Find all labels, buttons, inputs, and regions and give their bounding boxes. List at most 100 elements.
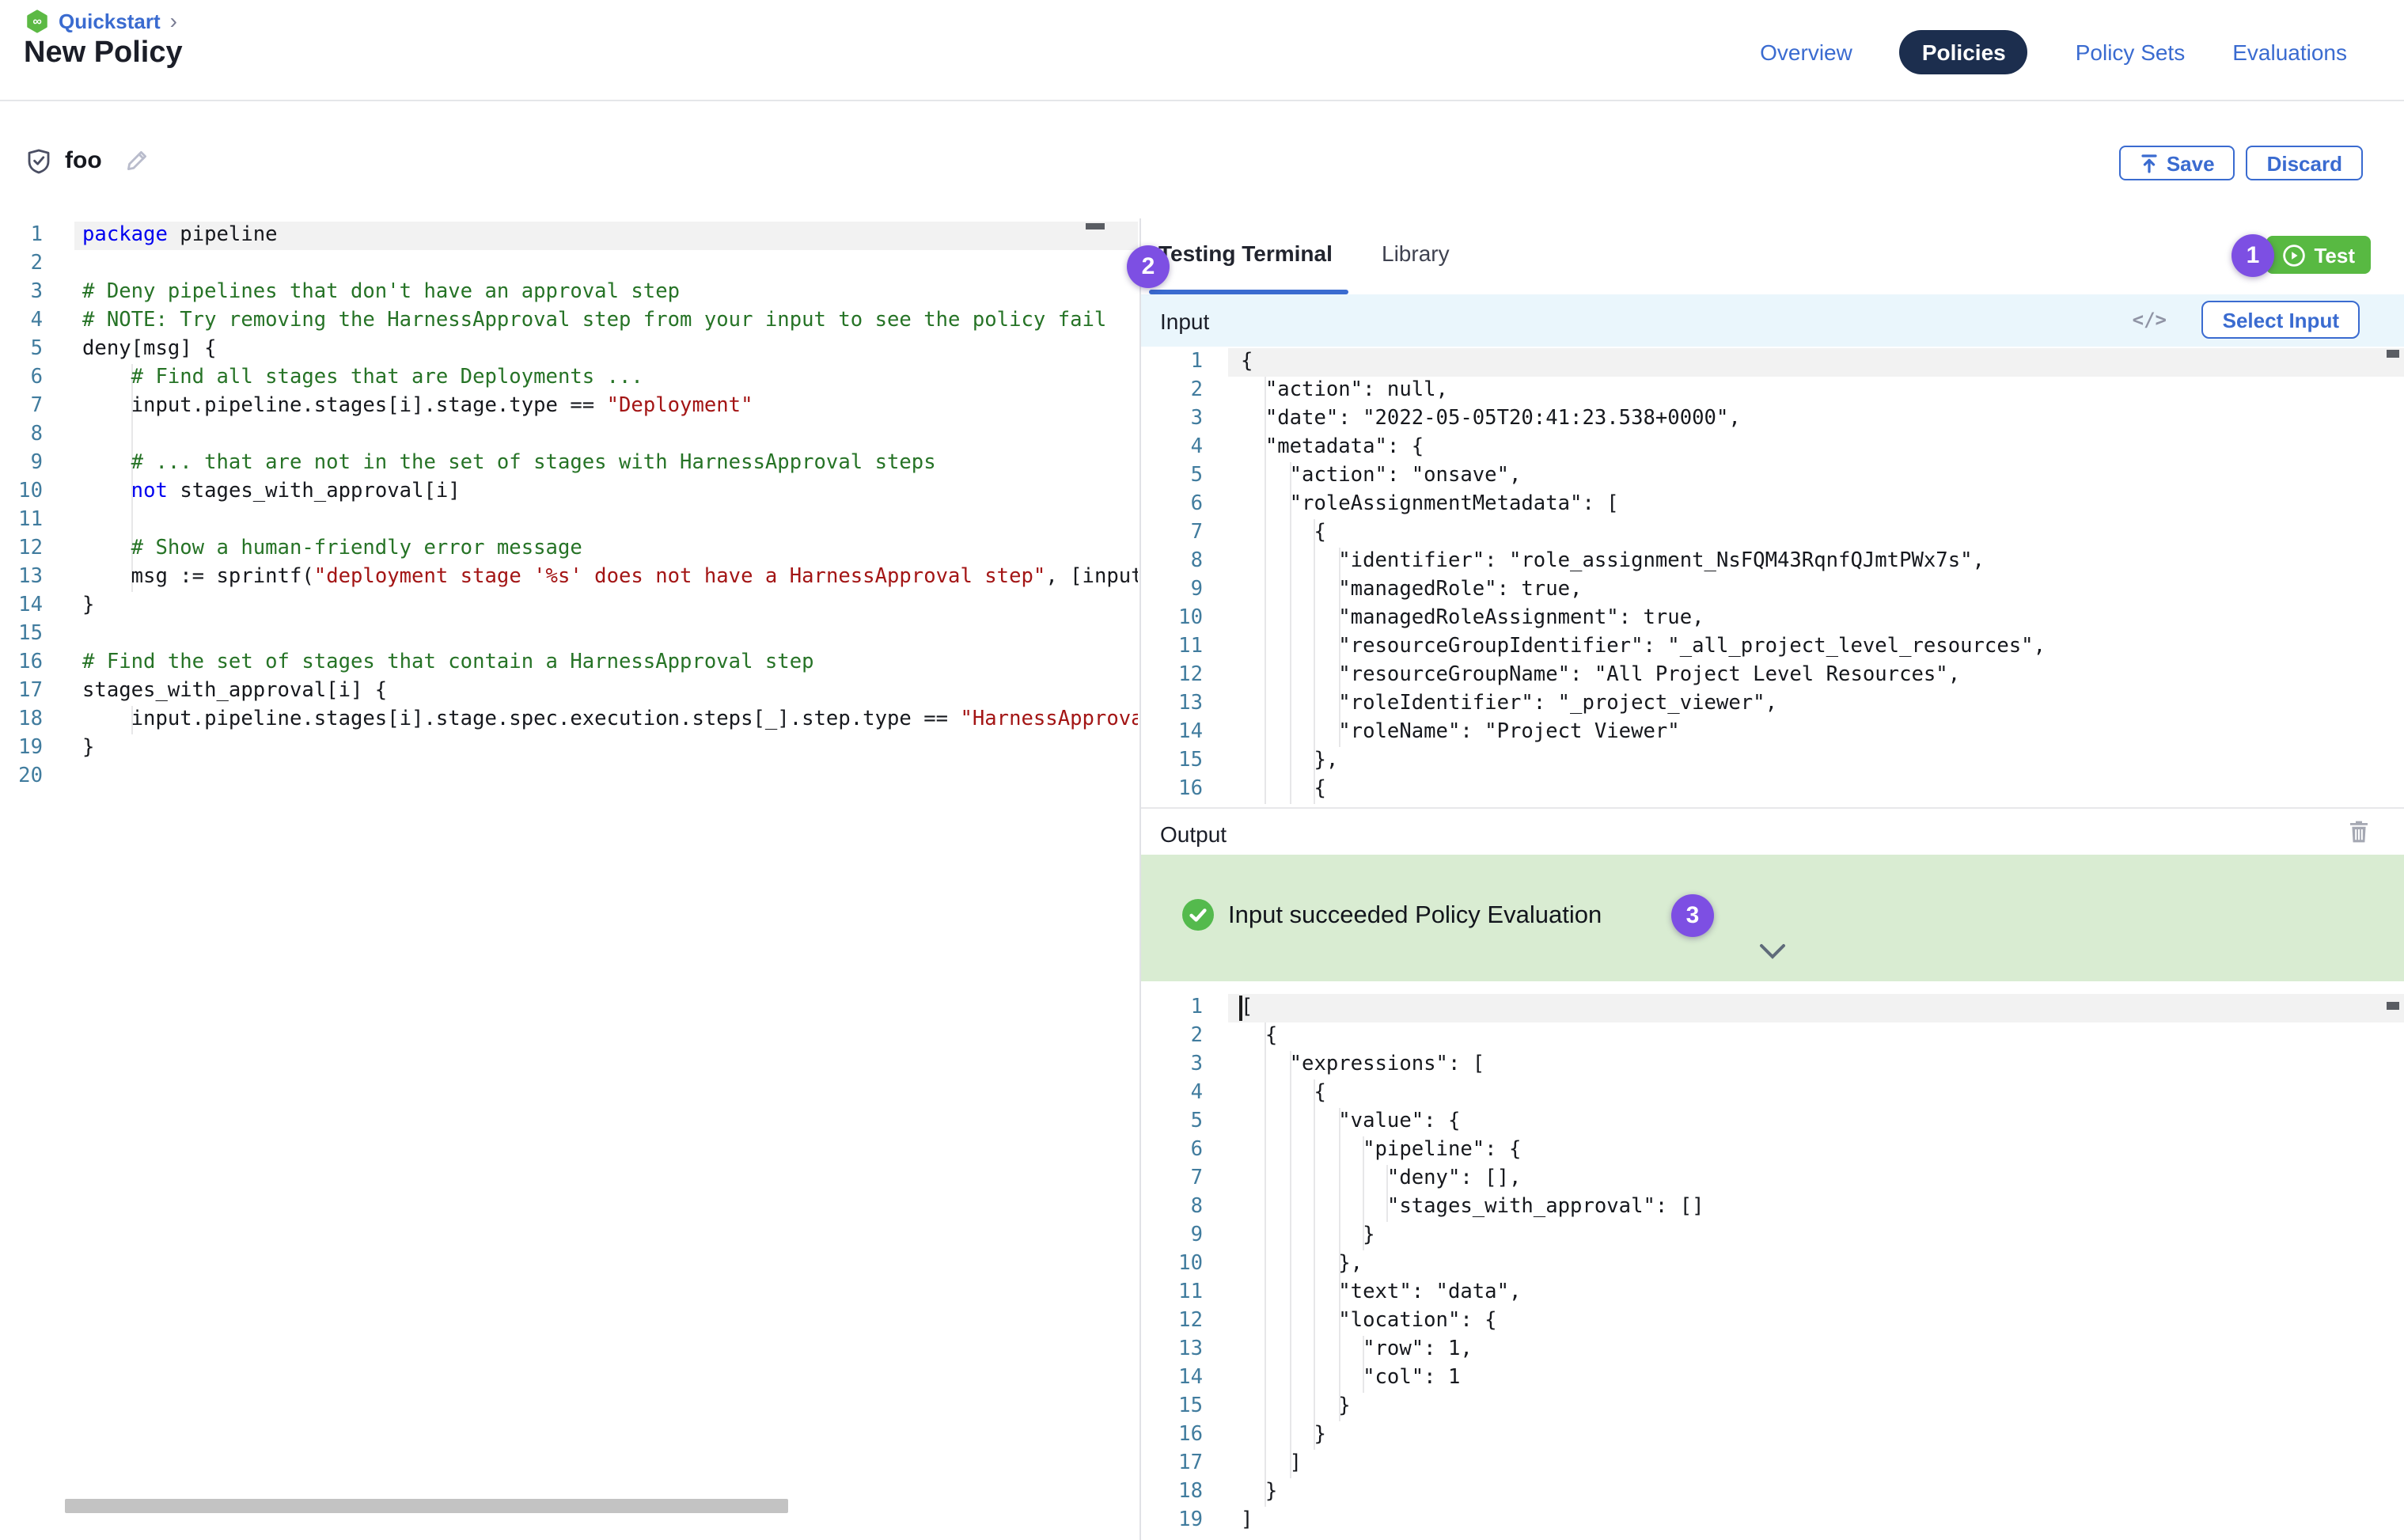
code-line: 1{	[1141, 348, 2404, 377]
chevron-down-icon[interactable]	[1759, 940, 1786, 969]
code-line: 13 msg := sprintf("deployment stage '%s'…	[0, 563, 1138, 592]
edit-pencil-icon[interactable]	[126, 149, 150, 173]
line-number: 14	[1141, 1364, 1228, 1393]
code-line-content: }	[1228, 1421, 2404, 1450]
select-input-button[interactable]: Select Input	[2202, 301, 2360, 339]
code-text: ]	[1241, 1450, 1302, 1478]
save-button-label: Save	[2167, 151, 2215, 175]
breadcrumb: ∞ Quickstart ›	[25, 9, 177, 33]
save-button[interactable]: Save	[2119, 146, 2235, 180]
code-line-content: not stages_with_approval[i]	[74, 478, 1138, 506]
output-scrollbar-thumb[interactable]	[2387, 1002, 2399, 1010]
content-area: 1package pipeline23# Deny pipelines that…	[0, 218, 2404, 1540]
code-text: {	[1241, 519, 1326, 548]
code-text: "managedRole": true,	[1241, 576, 1582, 605]
code-line-content: {	[1228, 776, 2404, 804]
code-line-content: "metadata": {	[1228, 434, 2404, 462]
line-number: 6	[1141, 491, 1228, 519]
trash-icon[interactable]	[2349, 820, 2369, 852]
nav-item-evaluations[interactable]: Evaluations	[2232, 40, 2347, 65]
code-line: 17stages_with_approval[i] {	[0, 677, 1138, 706]
line-number: 12	[1141, 1307, 1228, 1336]
code-text: "expressions": [	[1241, 1051, 1484, 1079]
code-line-content: "expressions": [	[1228, 1051, 2404, 1079]
code-line: 3# Deny pipelines that don't have an app…	[0, 279, 1138, 307]
annotation-badge-1: 1	[2231, 234, 2274, 277]
code-text: # ... that are not in the set of stages …	[82, 449, 936, 478]
code-line-content: "pipeline": {	[1228, 1136, 2404, 1165]
discard-button-label: Discard	[2267, 151, 2342, 175]
code-line-content: {	[1228, 519, 2404, 548]
success-check-icon	[1182, 899, 1214, 939]
line-number: 7	[0, 393, 74, 421]
code-line: 7 input.pipeline.stages[i].stage.type ==…	[0, 393, 1138, 421]
code-line-content: deny[msg] {	[74, 336, 1138, 364]
code-line: 2 "action": null,	[1141, 377, 2404, 405]
code-text: }	[82, 592, 94, 620]
code-line: 1package pipeline	[0, 222, 1138, 250]
line-number: 18	[1141, 1478, 1228, 1507]
code-line: 11	[0, 506, 1138, 535]
code-text: "managedRoleAssignment": true,	[1241, 605, 1704, 633]
code-line-content: # Find the set of stages that contain a …	[74, 649, 1138, 677]
policy-toolbar: foo Save Discard	[0, 101, 2404, 220]
test-button-label: Test	[2314, 243, 2355, 267]
code-line: 8	[0, 421, 1138, 449]
code-line-content: "identifier": "role_assignment_NsFQM43Rq…	[1228, 548, 2404, 576]
shield-check-icon	[27, 148, 51, 173]
code-line: 15 },	[1141, 747, 2404, 776]
code-line-content: },	[1228, 1250, 2404, 1279]
page-title: New Policy	[24, 36, 183, 71]
nav-item-overview[interactable]: Overview	[1760, 40, 1852, 65]
code-line: 4# NOTE: Try removing the HarnessApprova…	[0, 307, 1138, 336]
line-number: 7	[1141, 519, 1228, 548]
code-line: 14}	[0, 592, 1138, 620]
code-line: 7 "deny": [],	[1141, 1165, 2404, 1193]
code-text: [	[1241, 994, 1253, 1022]
line-number: 6	[1141, 1136, 1228, 1165]
tab-testing-terminal[interactable]: Testing Terminal	[1158, 241, 1333, 266]
code-line-content: "managedRoleAssignment": true,	[1228, 605, 2404, 633]
nav-item-policy-sets[interactable]: Policy Sets	[2076, 40, 2186, 65]
input-json-editor[interactable]: 1{2 "action": null,3 "date": "2022-05-05…	[1141, 347, 2404, 807]
code-text: "action": "onsave",	[1241, 462, 1521, 491]
line-number: 20	[0, 763, 74, 791]
discard-button[interactable]: Discard	[2247, 146, 2363, 180]
indent-guide	[131, 421, 133, 449]
line-number: 4	[0, 307, 74, 336]
code-line-content: [	[1228, 994, 2404, 1022]
test-button[interactable]: Test	[2266, 236, 2371, 274]
line-number: 6	[0, 364, 74, 393]
nav-item-policies[interactable]: Policies	[1900, 30, 2028, 74]
code-text: msg := sprintf("deployment stage '%s' do…	[82, 563, 1138, 592]
code-line-content: "action": null,	[1228, 377, 2404, 405]
code-text: {	[1241, 776, 1326, 804]
code-brackets-icon[interactable]: </>	[2133, 309, 2167, 331]
breadcrumb-link-quickstart[interactable]: Quickstart	[59, 9, 161, 33]
code-line: 16 }	[1141, 1421, 2404, 1450]
tab-library[interactable]: Library	[1382, 241, 1450, 266]
play-circle-icon	[2282, 243, 2306, 267]
code-line-content: {	[1228, 1079, 2404, 1108]
code-line-content: "resourceGroupName": "All Project Level …	[1228, 662, 2404, 690]
code-line-content: "roleIdentifier": "_project_viewer",	[1228, 690, 2404, 719]
code-line: 10 },	[1141, 1250, 2404, 1279]
rego-code-editor[interactable]: 1package pipeline23# Deny pipelines that…	[0, 218, 1138, 1540]
code-text: "deny": [],	[1241, 1165, 1521, 1193]
harness-logo-icon: ∞	[25, 9, 49, 33]
success-banner-message: Input succeeded Policy Evaluation	[1228, 902, 1602, 931]
output-json-editor[interactable]: 1[2 {3 "expressions": [4 {5 "value": {6 …	[1141, 984, 2404, 1540]
line-number: 9	[1141, 1222, 1228, 1250]
rego-scrollbar-thumb[interactable]	[1086, 223, 1105, 229]
code-line-content: {	[1228, 348, 2404, 377]
code-line-content: "location": {	[1228, 1307, 2404, 1336]
code-line-content: input.pipeline.stages[i].stage.type == "…	[74, 393, 1138, 421]
code-text: },	[1241, 747, 1338, 776]
code-line-content: "managedRole": true,	[1228, 576, 2404, 605]
code-text: }	[1241, 1222, 1375, 1250]
input-scrollbar-thumb[interactable]	[2387, 350, 2399, 358]
code-line-content: # ... that are not in the set of stages …	[74, 449, 1138, 478]
code-line-content: # Find all stages that are Deployments .…	[74, 364, 1138, 393]
horizontal-scrollbar[interactable]	[65, 1499, 788, 1513]
code-line-content: }	[1228, 1478, 2404, 1507]
